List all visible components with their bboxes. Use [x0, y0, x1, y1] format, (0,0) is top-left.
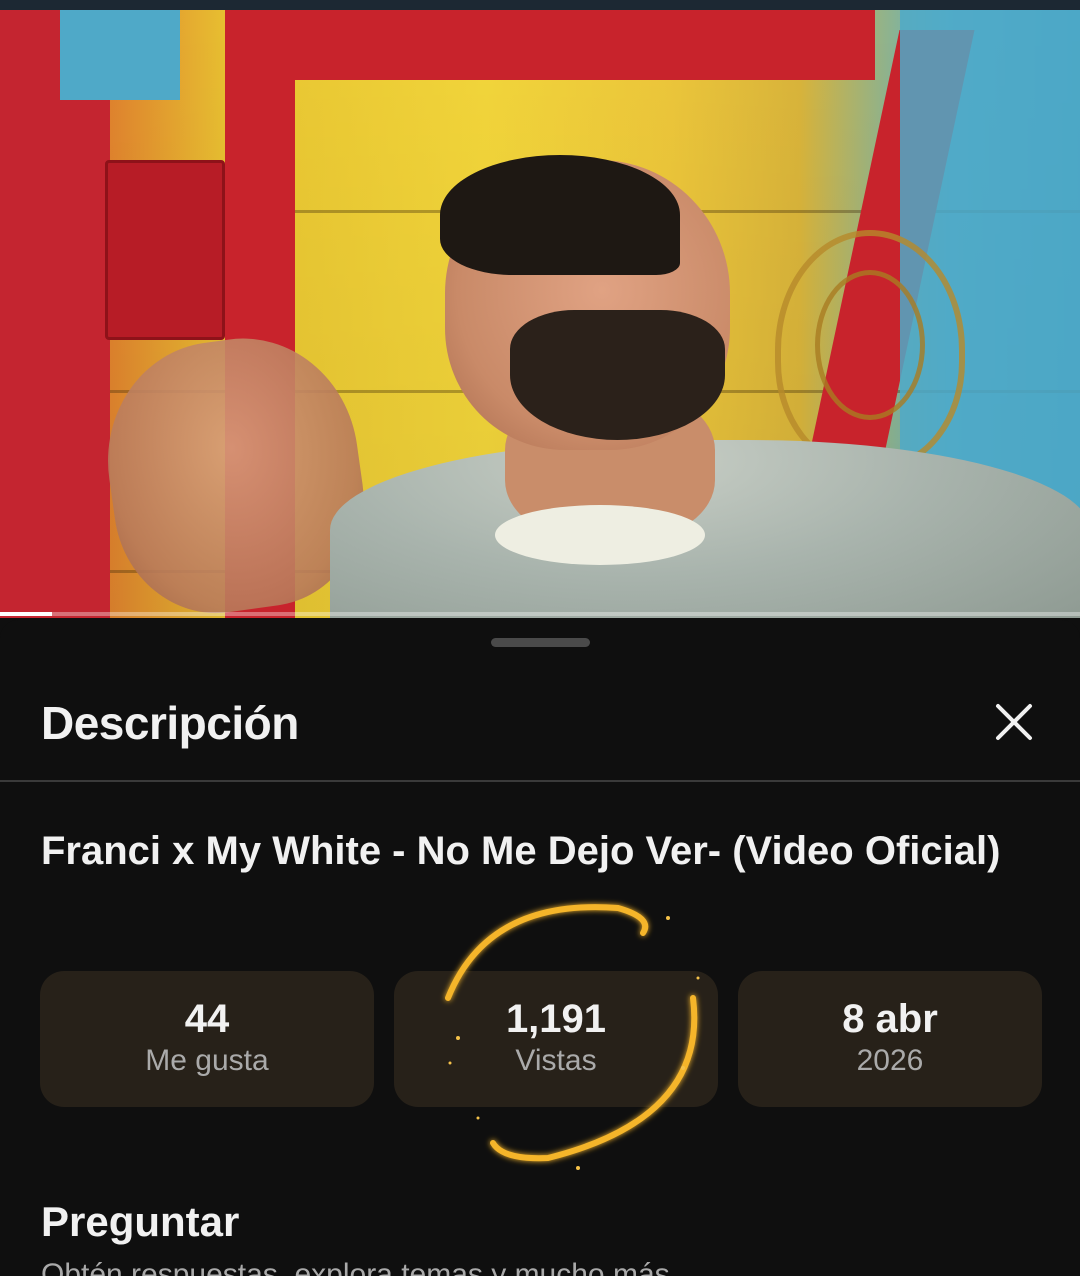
video-player[interactable] [0, 0, 1080, 618]
sheet-title: Descripción [41, 697, 299, 749]
likes-label: Me gusta [145, 1044, 269, 1077]
video-title: Franci x My White - No Me Dejo Ver- (Vid… [41, 829, 1001, 873]
views-stat[interactable]: 1,191 Vistas [394, 971, 718, 1107]
stats-row: 44 Me gusta 1,191 Vistas 8 abr 2026 [40, 971, 1042, 1107]
close-icon [996, 704, 1032, 740]
description-sheet: Descripción Franci x My White - No Me De… [0, 620, 1080, 1276]
screen: Descripción Franci x My White - No Me De… [0, 0, 1080, 1276]
video-top-bar [0, 0, 1080, 10]
ask-section-title[interactable]: Preguntar [41, 1198, 239, 1246]
video-frame-image [0, 10, 1080, 618]
sheet-header: Descripción [0, 660, 1080, 780]
likes-count: 44 [184, 997, 230, 1041]
date-stat[interactable]: 8 abr 2026 [738, 971, 1042, 1107]
date-day: 8 abr [842, 997, 938, 1041]
views-count: 1,191 [505, 997, 607, 1041]
likes-stat[interactable]: 44 Me gusta [40, 971, 374, 1107]
ask-section-subtitle: Obtén respuestas, explora temas y mucho … [41, 1258, 670, 1276]
views-label: Vistas [515, 1044, 597, 1077]
video-progress-fill [0, 612, 52, 616]
date-year: 2026 [856, 1044, 924, 1077]
drag-handle[interactable] [491, 638, 590, 647]
header-divider [0, 780, 1080, 782]
video-progress-bar[interactable] [0, 612, 1080, 616]
close-button[interactable] [978, 686, 1050, 758]
